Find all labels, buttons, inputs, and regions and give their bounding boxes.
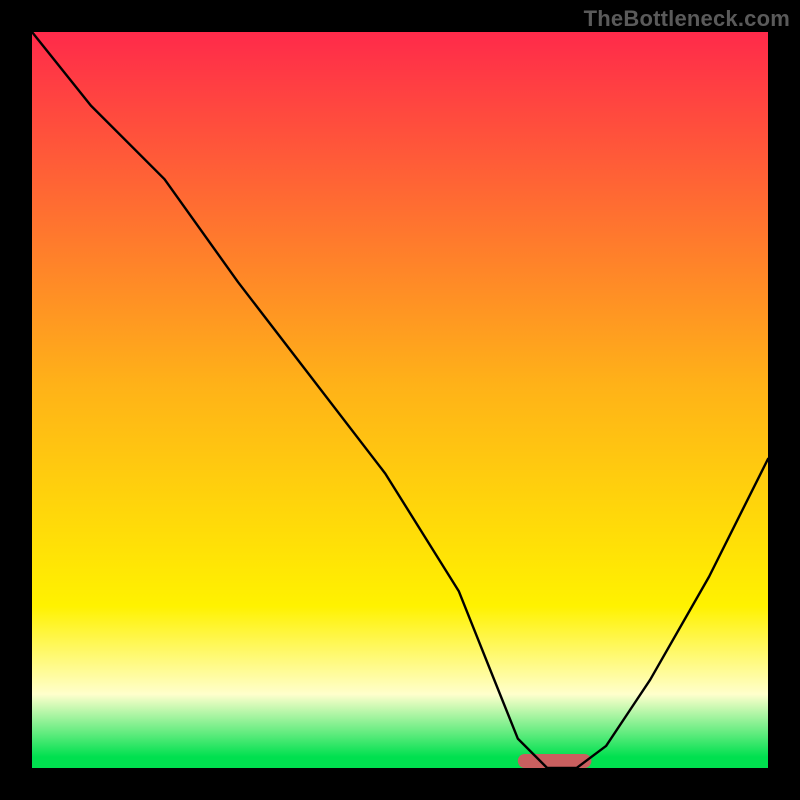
green-baseline bbox=[32, 757, 768, 766]
gradient-plot-area bbox=[32, 32, 768, 768]
chart-frame: TheBottleneck.com bbox=[0, 0, 800, 800]
watermark-text: TheBottleneck.com bbox=[584, 6, 790, 32]
bottleneck-plot bbox=[0, 0, 800, 800]
